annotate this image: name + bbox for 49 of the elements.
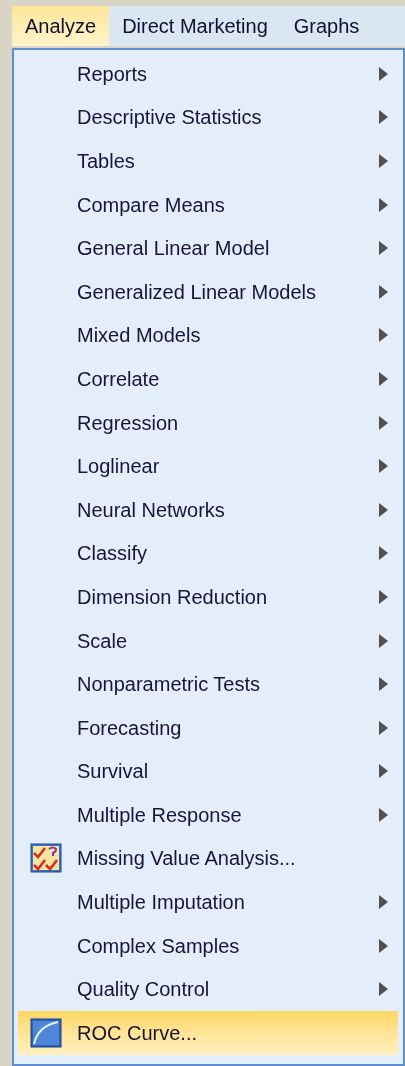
menu-item[interactable]: Multiple Response (18, 793, 398, 837)
checklist-icon (30, 843, 62, 874)
submenu-arrow-icon (378, 502, 388, 517)
menu-item[interactable]: Regression (18, 400, 398, 445)
submenu-arrow-icon (378, 284, 388, 299)
submenu-arrow-icon (378, 589, 388, 604)
curve-icon (30, 1017, 62, 1048)
menu-item[interactable]: Tables (18, 139, 398, 183)
menu-bar-item[interactable]: Direct Marketing (109, 6, 281, 46)
submenu-arrow-icon (378, 764, 388, 779)
submenu-arrow-icon (378, 720, 388, 735)
menu-item[interactable]: Scale (18, 618, 398, 663)
menu-item[interactable]: Generalized Linear Models (18, 269, 398, 314)
submenu-arrow-icon (378, 66, 388, 81)
menu-item[interactable]: Missing Value Analysis... (18, 836, 398, 881)
menu-item[interactable]: Correlate (18, 357, 398, 401)
submenu-arrow-icon (378, 110, 388, 125)
menu-item[interactable]: Reports (18, 52, 398, 96)
submenu-arrow-icon (378, 415, 388, 430)
menu-item[interactable]: Descriptive Statistics (18, 95, 398, 140)
menu-item[interactable]: Forecasting (18, 705, 398, 750)
menu-item[interactable]: General Linear Model (18, 226, 398, 270)
submenu-arrow-icon (378, 807, 388, 822)
submenu-arrow-icon (378, 677, 388, 692)
menu-item[interactable]: Quality Control (18, 967, 398, 1012)
menu-item[interactable]: Mixed Models (18, 313, 398, 358)
submenu-arrow-icon (378, 371, 388, 386)
menu-item[interactable]: Neural Networks (18, 487, 398, 532)
submenu-arrow-icon (378, 241, 388, 256)
submenu-arrow-icon (378, 154, 388, 168)
submenu-arrow-icon (378, 633, 388, 648)
menu-item[interactable]: Complex Samples (18, 923, 398, 968)
menu-item[interactable]: Dimension Reduction (18, 575, 398, 619)
submenu-arrow-icon (378, 895, 388, 910)
menu-item[interactable]: Survival (18, 749, 398, 794)
menu-item[interactable]: Compare Means (18, 182, 398, 227)
menu-item[interactable]: Nonparametric Tests (18, 662, 398, 706)
menu-bar-item[interactable]: Graphs (280, 6, 373, 46)
submenu-arrow-icon (378, 328, 388, 343)
menu-item[interactable]: Loglinear (18, 444, 398, 488)
menu-item[interactable]: Multiple Imputation (18, 880, 398, 924)
submenu-arrow-icon (378, 459, 388, 474)
menu-item[interactable]: Classify (18, 531, 398, 576)
submenu-arrow-icon (378, 938, 388, 953)
submenu-arrow-icon (378, 982, 388, 997)
menu-bar-item[interactable]: Analyze (12, 6, 110, 46)
submenu-arrow-icon (378, 546, 388, 561)
menu-item[interactable]: ROC Curve... (18, 1011, 398, 1055)
submenu-arrow-icon (378, 197, 388, 212)
